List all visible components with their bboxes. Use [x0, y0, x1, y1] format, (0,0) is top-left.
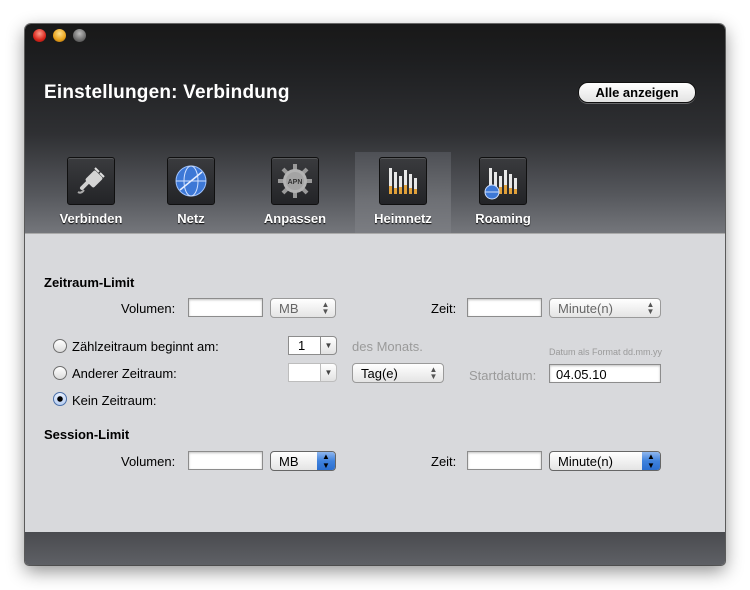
- tab-label: Heimnetz: [374, 211, 432, 226]
- other-period-value[interactable]: [288, 363, 321, 382]
- select-value: Minute(n): [558, 454, 613, 469]
- period-volume-unit-select[interactable]: MB ▲ ▼: [270, 298, 336, 318]
- period-time-unit-select[interactable]: Minute(n) ▲ ▼: [549, 298, 661, 318]
- zoom-window-button[interactable]: [73, 29, 86, 42]
- session-volume-unit-select[interactable]: MB ▲ ▼: [270, 451, 336, 471]
- select-value: MB: [279, 301, 299, 316]
- period-time-label: Zeit:: [431, 301, 457, 316]
- tab-label: Netz: [177, 211, 205, 226]
- other-period-combo[interactable]: ▼: [288, 363, 337, 382]
- select-value: Minute(n): [558, 301, 613, 316]
- window-header: Einstellungen: Verbindung Alle anzeigen …: [25, 24, 725, 233]
- page-title: Einstellungen: Verbindung: [44, 82, 290, 103]
- counting-start-radio[interactable]: [53, 339, 67, 353]
- tab-heimnetz[interactable]: Heimnetz: [355, 152, 451, 233]
- up-down-arrows-icon: ▲ ▼: [317, 452, 335, 470]
- session-time-label: Zeit:: [431, 454, 457, 469]
- counting-start-label: Zählzeitraum beginnt am:: [72, 339, 219, 354]
- day-of-month-value[interactable]: 1: [288, 336, 321, 355]
- tab-label: Roaming: [475, 211, 531, 226]
- session-volume-input[interactable]: [188, 451, 263, 470]
- other-period-label: Anderer Zeitraum:: [72, 366, 177, 381]
- up-down-arrows-icon: ▲ ▼: [429, 365, 438, 381]
- minimize-window-button[interactable]: [53, 29, 66, 42]
- no-period-label: Kein Zeitraum:: [72, 393, 157, 408]
- start-date-input[interactable]: 04.05.10: [549, 364, 661, 383]
- session-time-unit-select[interactable]: Minute(n) ▲ ▼: [549, 451, 661, 471]
- tab-anpassen[interactable]: APN Anpassen: [247, 152, 343, 233]
- chevron-down-icon[interactable]: ▼: [320, 336, 337, 355]
- session-time-input[interactable]: [467, 451, 542, 470]
- tab-verbinden[interactable]: Verbinden: [43, 152, 139, 233]
- start-date-label: Startdatum:: [469, 368, 537, 383]
- svg-text:APN: APN: [288, 179, 303, 186]
- select-value: Tag(e): [361, 366, 398, 381]
- window-bottom-bar: [25, 532, 725, 565]
- up-down-arrows-icon: ▲ ▼: [646, 300, 655, 316]
- tab-label: Verbinden: [59, 211, 123, 226]
- other-period-unit-select[interactable]: Tag(e) ▲ ▼: [352, 363, 444, 383]
- chevron-down-icon[interactable]: ▼: [320, 363, 337, 382]
- signal-bars-globe-icon: [479, 157, 527, 205]
- plug-icon: [67, 157, 115, 205]
- show-all-button[interactable]: Alle anzeigen: [578, 82, 696, 103]
- period-limit-heading: Zeitraum-Limit: [44, 275, 135, 290]
- month-suffix-label: des Monats.: [352, 339, 423, 354]
- period-volume-label: Volumen:: [121, 301, 176, 316]
- tab-netz[interactable]: Netz: [143, 152, 239, 233]
- close-window-button[interactable]: [33, 29, 46, 42]
- settings-panel: Zeitraum-Limit Volumen: MB ▲ ▼ Zeit: Minu…: [25, 233, 725, 533]
- tab-label: Anpassen: [263, 211, 327, 226]
- signal-bars-icon: [379, 157, 427, 205]
- up-down-arrows-icon: ▲ ▼: [642, 452, 660, 470]
- apn-gear-icon: APN: [271, 157, 319, 205]
- tab-roaming[interactable]: Roaming: [455, 152, 551, 233]
- day-of-month-combo[interactable]: 1 ▼: [288, 336, 337, 355]
- up-down-arrows-icon: ▲ ▼: [321, 300, 330, 316]
- no-period-radio[interactable]: [53, 392, 67, 406]
- period-volume-input[interactable]: [188, 298, 263, 317]
- globe-icon: [167, 157, 215, 205]
- other-period-radio[interactable]: [53, 366, 67, 380]
- session-limit-heading: Session-Limit: [44, 427, 130, 442]
- select-value: MB: [279, 454, 299, 469]
- session-volume-label: Volumen:: [121, 454, 176, 469]
- preferences-window: Einstellungen: Verbindung Alle anzeigen …: [25, 24, 725, 565]
- period-time-input[interactable]: [467, 298, 542, 317]
- date-format-hint: Datum als Format dd.mm.yy: [549, 347, 663, 357]
